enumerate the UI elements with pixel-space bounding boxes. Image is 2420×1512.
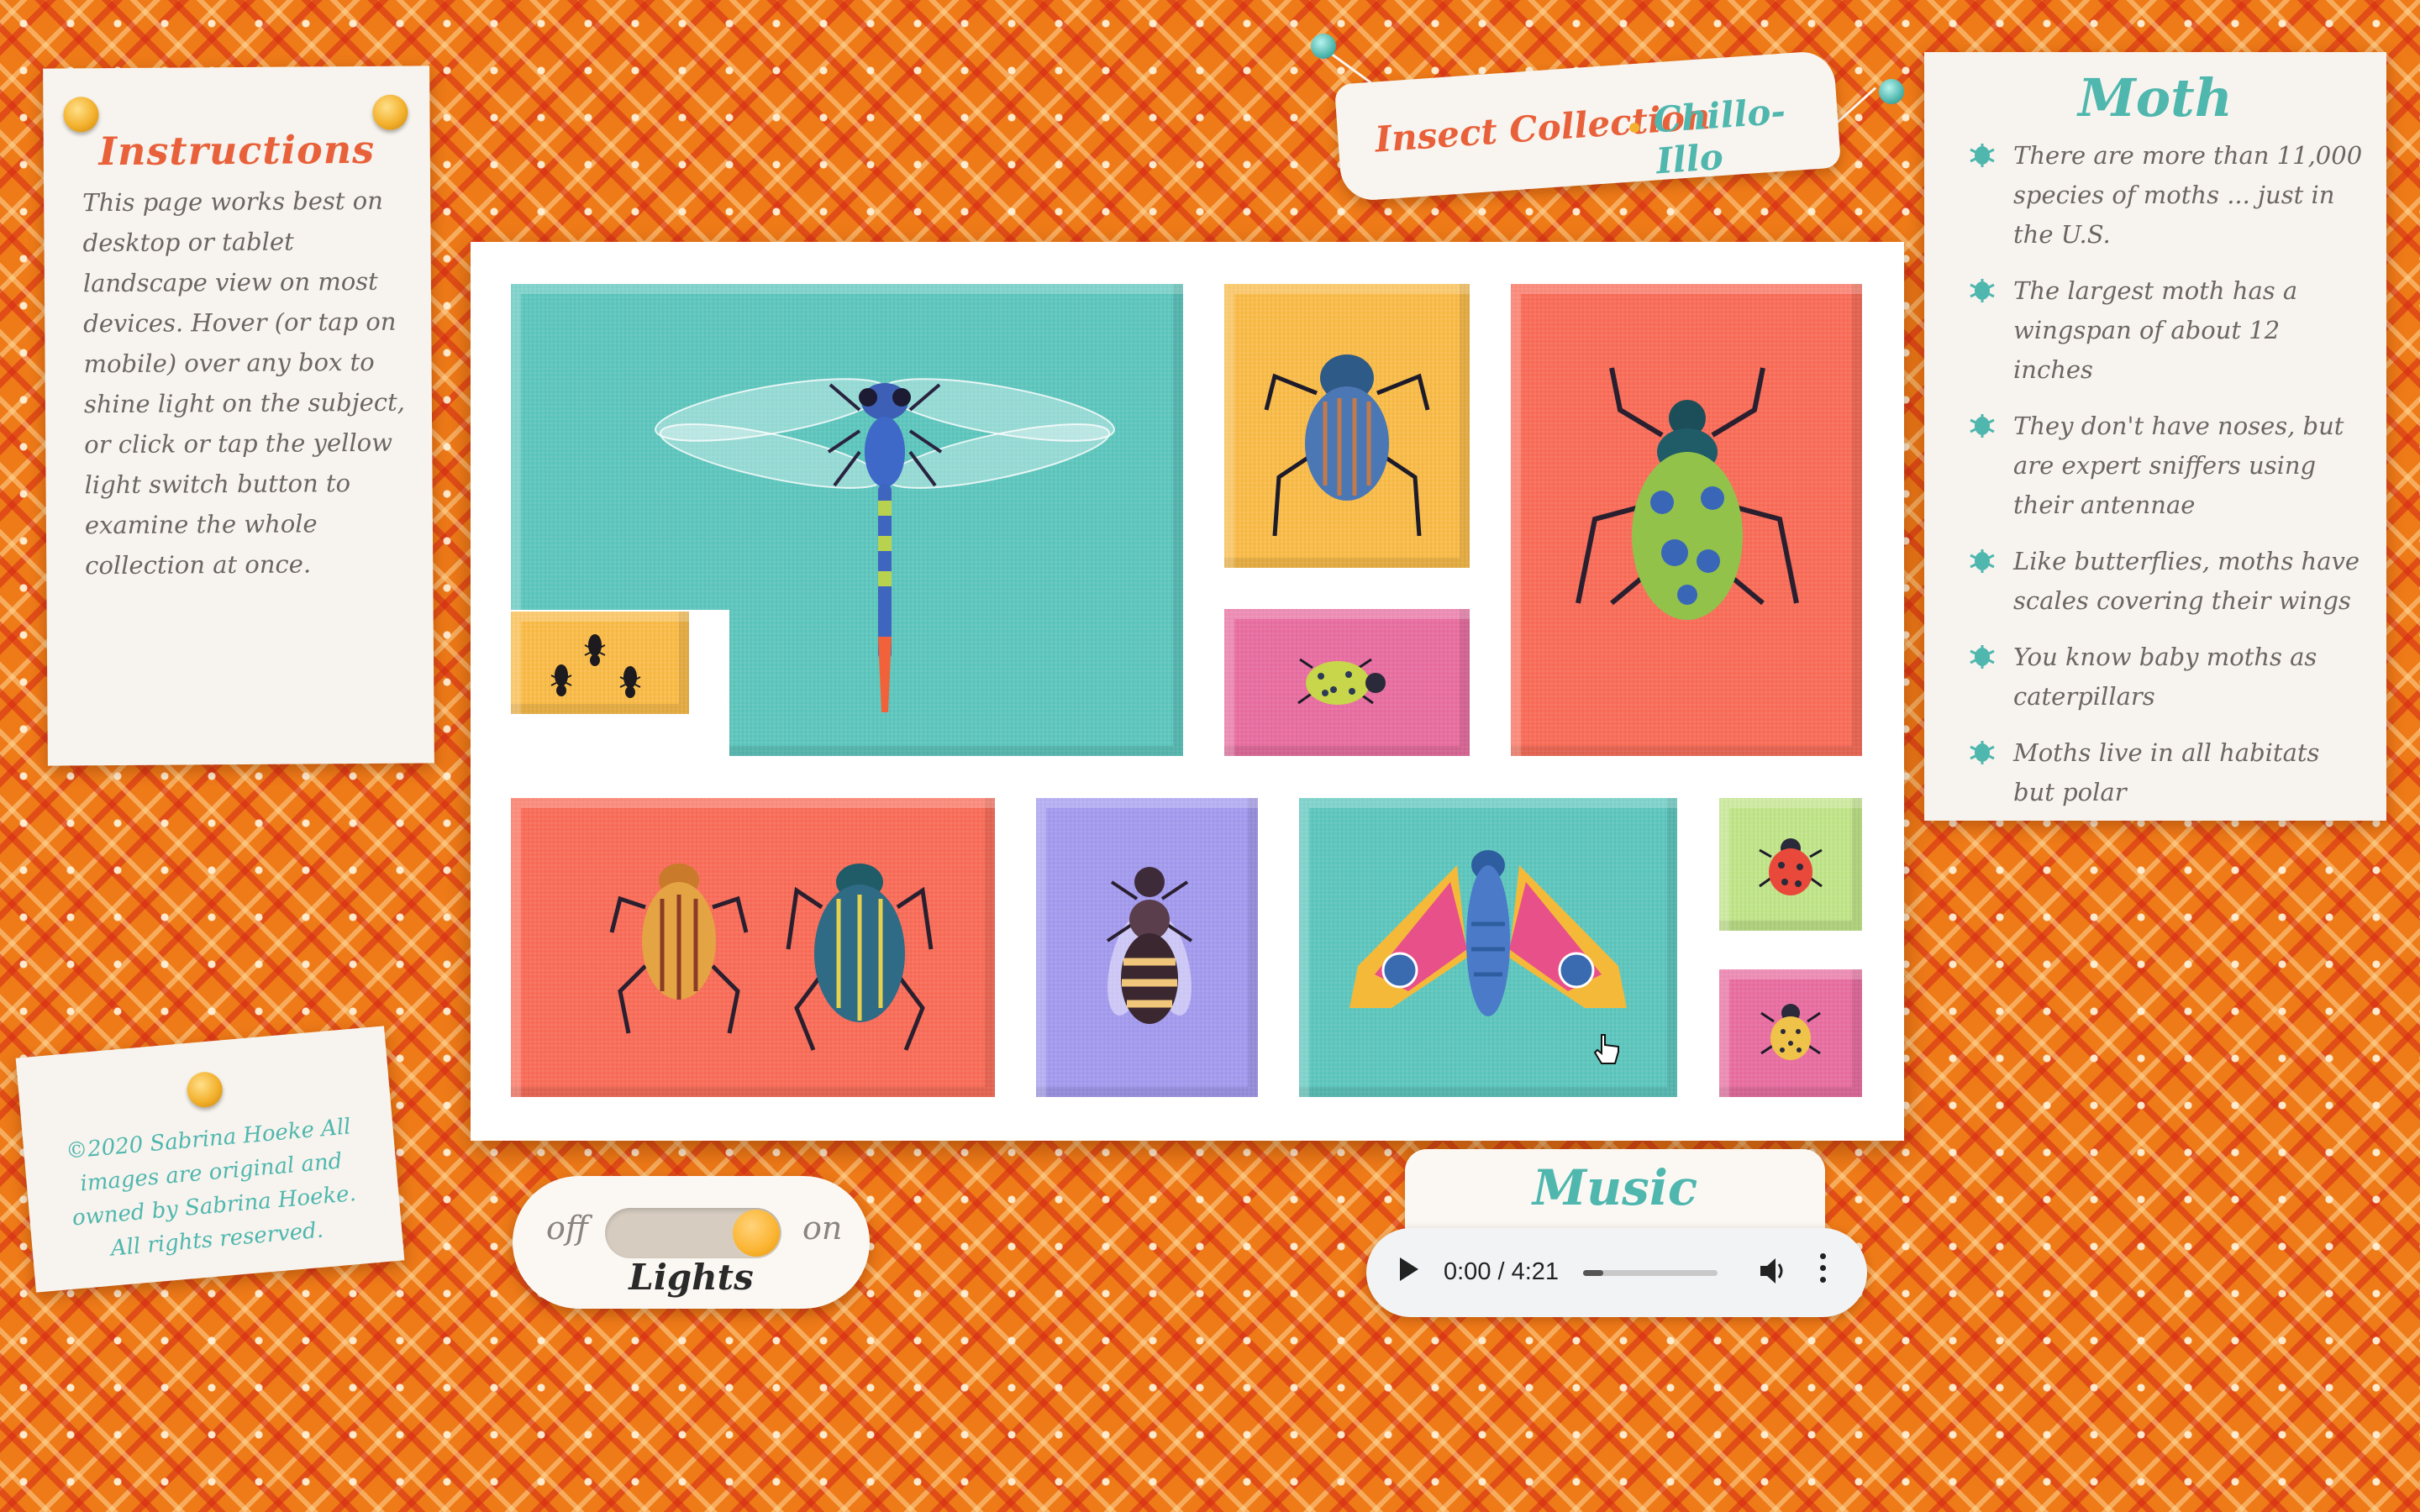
seek-bar[interactable]: [1583, 1270, 1718, 1276]
lights-switch-knob[interactable]: [733, 1210, 780, 1257]
spotted-beetle-box[interactable]: [1719, 969, 1862, 1097]
bug-bullet-icon: [1970, 279, 1995, 302]
specimen-case: [471, 242, 1904, 1141]
yellow-ladybug-illustration: [1297, 658, 1386, 705]
bug-bullet-icon: [1970, 741, 1995, 764]
pushpin-icon: [372, 94, 408, 130]
striped-beetles-box[interactable]: [511, 798, 995, 1097]
scarab-box[interactable]: [1224, 284, 1470, 568]
scarab-illustration: [1264, 354, 1430, 537]
instructions-card: Instructions This page works best on des…: [43, 66, 434, 766]
spotted-beetle-illustration: [1760, 1004, 1821, 1060]
ants-box[interactable]: [511, 612, 689, 714]
green-beetle-illustration: [1576, 367, 1799, 620]
lights-switch[interactable]: [605, 1208, 781, 1258]
yellow-ladybug-box[interactable]: [1224, 609, 1470, 756]
more-options-icon[interactable]: [1820, 1253, 1827, 1289]
play-icon[interactable]: [1400, 1257, 1418, 1281]
fact-item: Like butterflies, moths have scales cove…: [1968, 542, 2363, 621]
lights-on-label: on: [802, 1210, 843, 1247]
fact-item: They don't have noses, but are expert sn…: [1968, 407, 2363, 525]
lights-off-label: off: [546, 1210, 588, 1247]
red-ladybug-illustration: [1759, 838, 1823, 895]
bug-bullet-icon: [1970, 645, 1995, 669]
copyright-card: ©2020 Sabrina Hoeke All images are origi…: [15, 1026, 405, 1293]
bug-bullet-icon: [1970, 144, 1995, 167]
copyright-text: ©2020 Sabrina Hoeke All images are origi…: [65, 1114, 357, 1262]
fact-item: There are more than 11,000 species of mo…: [1968, 136, 2363, 255]
pushpin-icon: [186, 1070, 224, 1109]
pointer-cursor-icon: [1593, 1034, 1619, 1064]
seek-bar-fill: [1583, 1270, 1603, 1276]
facts-title: Moth: [2078, 67, 2233, 129]
instructions-title: Instructions: [98, 126, 376, 175]
green-beetle-box[interactable]: [1511, 284, 1862, 756]
striped-beetles-illustration: [609, 864, 934, 1051]
fact-item: Moths live in all habitats but polar: [1968, 733, 2363, 812]
lights-title: Lights: [629, 1257, 754, 1298]
pushpin-icon: [1879, 79, 1904, 104]
banner-author: Chillo-Illo: [1651, 90, 1787, 182]
instructions-text: This page works best on desktop or table…: [82, 186, 406, 580]
music-title: Music: [1532, 1159, 1698, 1216]
bug-bullet-icon: [1970, 549, 1995, 573]
ants-illustration: [550, 634, 641, 698]
audio-player: 0:00 / 4:21: [1366, 1228, 1867, 1317]
bug-bullet-icon: [1970, 414, 1995, 438]
pushpin-icon: [1311, 34, 1336, 59]
bee-illustration: [1106, 867, 1193, 1024]
time-display: 0:00 / 4:21: [1444, 1258, 1560, 1285]
pushpin-icon: [63, 97, 99, 133]
volume-icon[interactable]: [1757, 1254, 1787, 1288]
bee-box[interactable]: [1036, 798, 1258, 1097]
fact-item: The largest moth has a wingspan of about…: [1968, 271, 2363, 390]
title-banner: Insect Collection Chillo-Illo: [1334, 50, 1842, 202]
facts-list: There are more than 11,000 species of mo…: [1968, 136, 2363, 829]
music-tab: Music: [1405, 1149, 1825, 1233]
red-ladybug-box[interactable]: [1719, 798, 1862, 931]
fact-item: You know baby moths as caterpillars: [1968, 638, 2363, 717]
moth-box[interactable]: [1299, 798, 1677, 1097]
moth-facts-card: Moth There are more than 11,000 species …: [1924, 52, 2386, 821]
lights-toggle-panel: off on Lights: [513, 1176, 870, 1309]
